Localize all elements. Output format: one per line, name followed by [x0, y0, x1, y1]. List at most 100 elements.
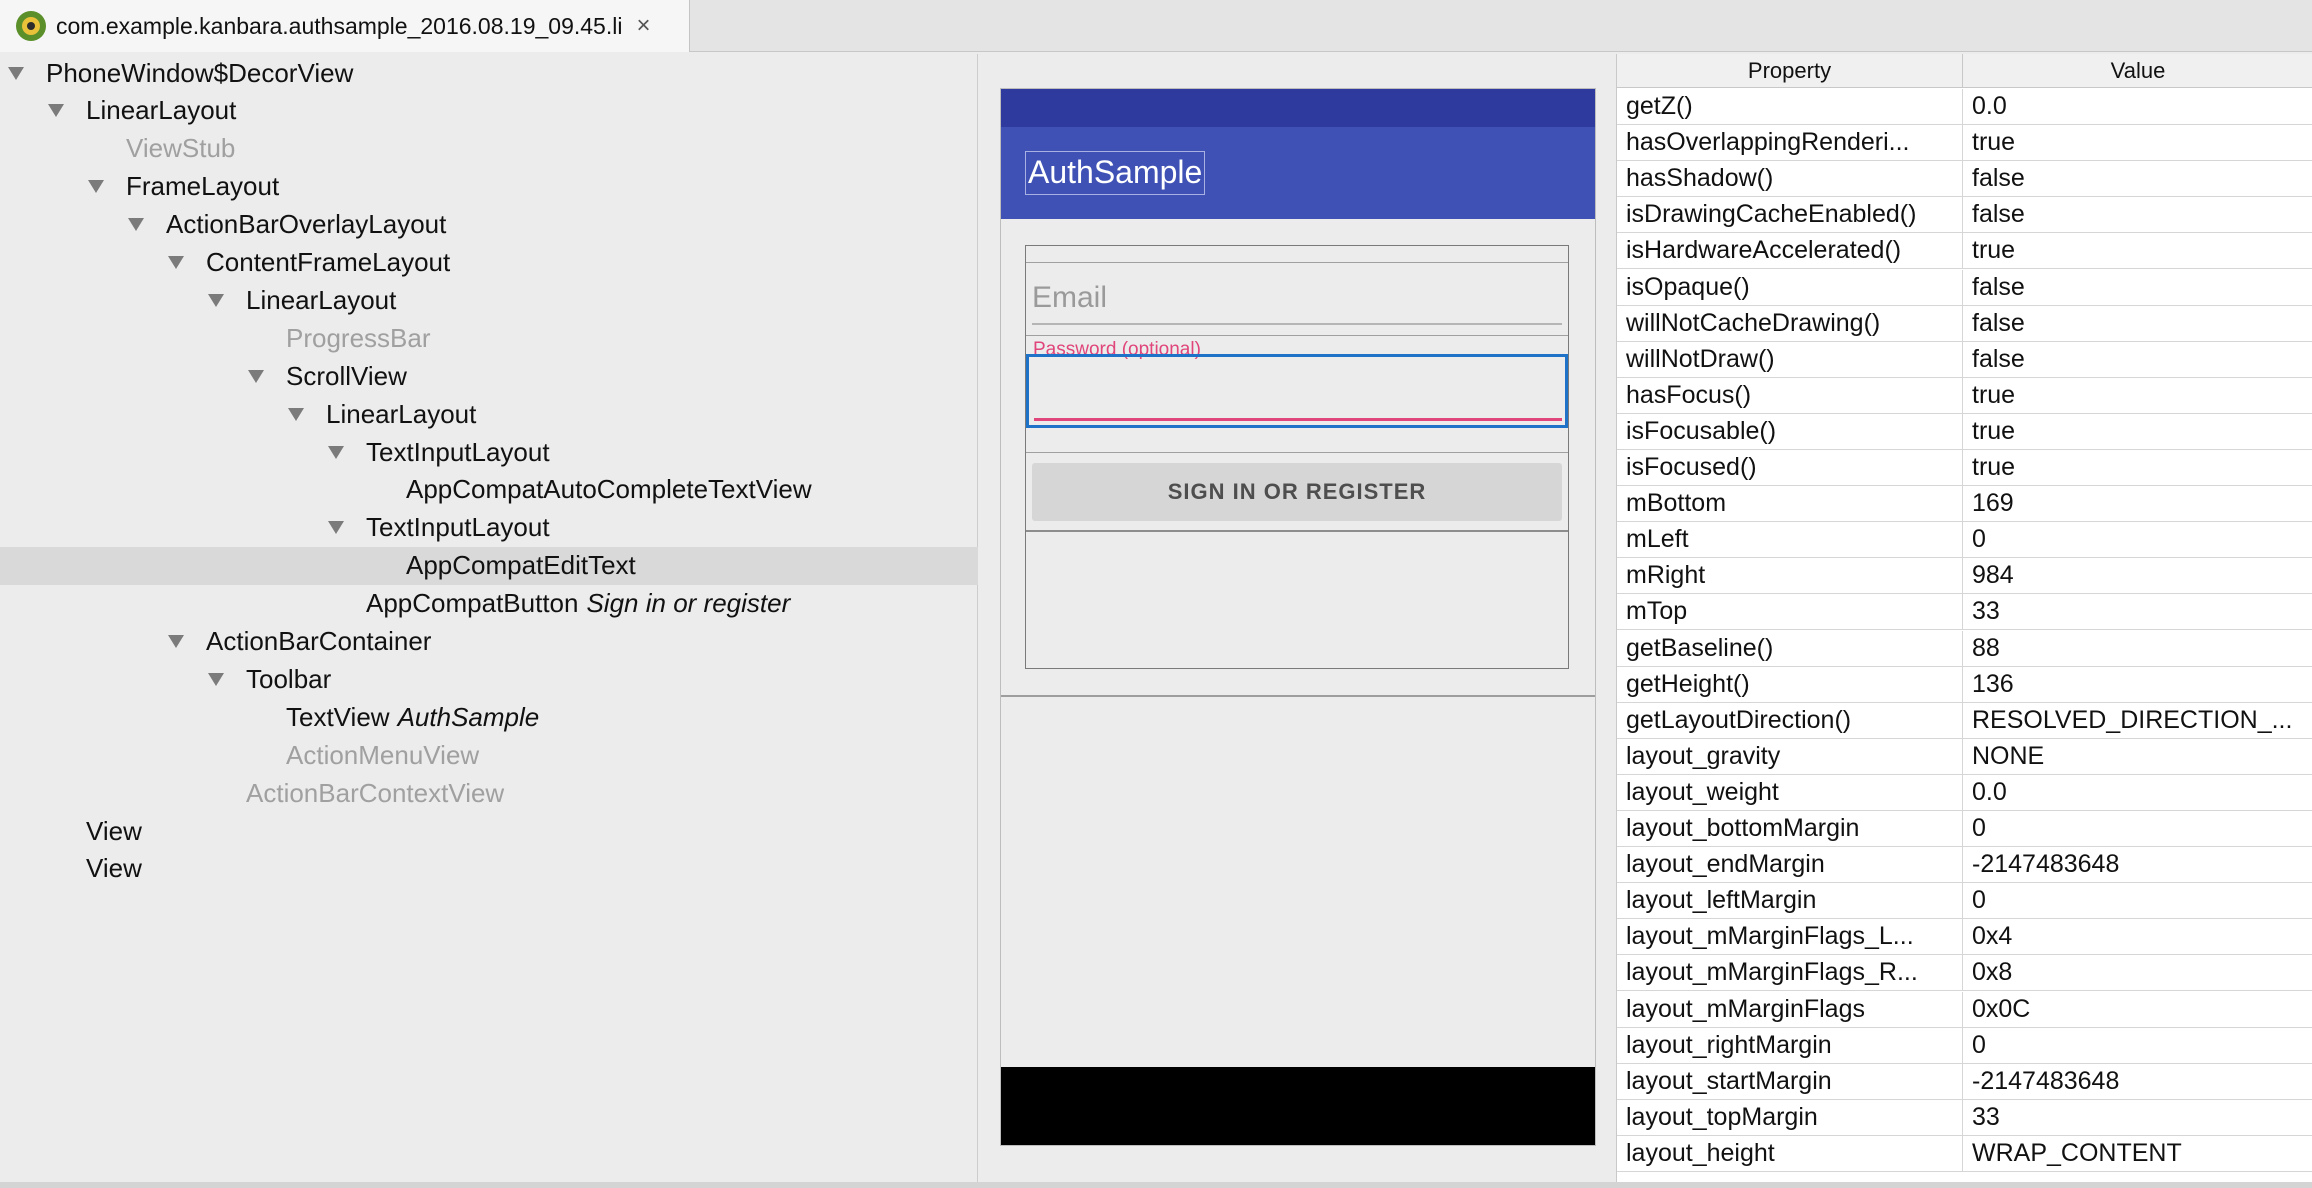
- table-row[interactable]: mLeft 0: [1617, 522, 2312, 559]
- table-row[interactable]: isFocused() true: [1617, 450, 2312, 486]
- property-name-cell: hasOverlappingRenderi...: [1617, 125, 1963, 161]
- tree-node-label: View: [86, 815, 142, 846]
- table-row[interactable]: isDrawingCacheEnabled() false: [1617, 197, 2312, 234]
- tree-node[interactable]: AppCompatAutoCompleteTextView: [0, 471, 978, 509]
- password-field[interactable]: [1034, 387, 1562, 421]
- property-name-cell: layout_bottomMargin: [1617, 811, 1963, 846]
- table-row[interactable]: layout_mMarginFlags_L... 0x4: [1617, 919, 2312, 956]
- table-header: Property Value: [1617, 54, 2312, 88]
- table-row[interactable]: isHardwareAccelerated() true: [1617, 233, 2312, 270]
- expand-arrow-icon[interactable]: [328, 521, 344, 535]
- table-row[interactable]: hasShadow() false: [1617, 161, 2312, 198]
- tree-node[interactable]: ActionBarOverlayLayout: [0, 206, 978, 244]
- email-field[interactable]: Email: [1032, 281, 1562, 325]
- table-row[interactable]: mBottom 169: [1617, 486, 2312, 523]
- expand-arrow-icon[interactable]: [328, 445, 344, 459]
- table-row[interactable]: layout_mMarginFlags 0x0C: [1617, 991, 2312, 1028]
- table-row[interactable]: layout_mMarginFlags_R... 0x8: [1617, 955, 2312, 992]
- app-title[interactable]: AuthSample: [1025, 151, 1206, 195]
- table-row[interactable]: getLayoutDirection() RESOLVED_DIRECTION_.…: [1617, 702, 2312, 739]
- tree-node-label: TextInputLayout: [366, 512, 550, 543]
- column-header-property[interactable]: Property: [1617, 54, 1963, 88]
- property-name-cell: layout_mMarginFlags_L...: [1617, 919, 1963, 955]
- table-row[interactable]: willNotDraw() false: [1617, 341, 2312, 378]
- property-value-cell: -2147483648: [1972, 1066, 2120, 1095]
- table-row[interactable]: mTop 33: [1617, 594, 2312, 631]
- tree-node[interactable]: ContentFrameLayout: [0, 244, 978, 282]
- expand-arrow-icon[interactable]: [248, 369, 264, 383]
- table-row[interactable]: layout_bottomMargin 0: [1617, 811, 2312, 847]
- bottom-scrollbar[interactable]: [0, 1182, 2312, 1188]
- tree-node[interactable]: PhoneWindow$DecorView: [0, 54, 978, 92]
- device-screen[interactable]: AuthSample Email Password (optional) SIG…: [1000, 88, 1596, 1146]
- status-bar: [1001, 89, 1595, 127]
- table-row[interactable]: layout_startMargin -2147483648: [1617, 1063, 2312, 1100]
- password-input-layout[interactable]: [1026, 354, 1568, 428]
- tree-node[interactable]: ActionBarContextView: [0, 774, 978, 812]
- property-value-cell: false: [1972, 164, 2025, 193]
- column-header-value[interactable]: Value: [1963, 54, 2312, 88]
- table-row[interactable]: layout_rightMargin 0: [1617, 1027, 2312, 1064]
- expand-arrow-icon[interactable]: [208, 672, 224, 686]
- expand-arrow-icon[interactable]: [208, 293, 224, 307]
- table-row[interactable]: isOpaque() false: [1617, 269, 2312, 306]
- property-value-cell: 0: [1972, 886, 1986, 915]
- property-name-cell: mTop: [1617, 594, 1963, 630]
- expand-arrow-icon[interactable]: [88, 180, 104, 194]
- table-row[interactable]: willNotCacheDrawing() false: [1617, 305, 2312, 342]
- tree-node[interactable]: View: [0, 850, 978, 888]
- tree-node[interactable]: ProgressBar: [0, 319, 978, 357]
- table-row[interactable]: getZ() 0.0: [1617, 89, 2312, 125]
- tree-node[interactable]: TextView AuthSample: [0, 698, 978, 736]
- tree-node[interactable]: LinearLayout: [0, 92, 978, 130]
- scroll-view[interactable]: Email Password (optional) SIGN IN OR REG…: [1025, 245, 1569, 669]
- table-row[interactable]: getBaseline() 88: [1617, 630, 2312, 667]
- tree-node-label: ActionBarOverlayLayout: [166, 209, 447, 240]
- tree-node[interactable]: AppCompatButton Sign in or register: [0, 585, 978, 623]
- expand-arrow-icon[interactable]: [48, 104, 64, 118]
- table-row[interactable]: hasFocus() true: [1617, 377, 2312, 414]
- table-row[interactable]: getHeight() 136: [1617, 666, 2312, 703]
- properties-table: Property Value getZ() 0.0 hasOverlappingRe…: [1616, 54, 2312, 1182]
- tree-node-label: ScrollView: [286, 360, 407, 391]
- tree-node[interactable]: View: [0, 812, 978, 850]
- email-input-layout[interactable]: Email: [1026, 262, 1568, 336]
- table-row[interactable]: isFocusable() true: [1617, 413, 2312, 450]
- sign-in-button[interactable]: SIGN IN OR REGISTER: [1032, 463, 1562, 521]
- expand-arrow-icon[interactable]: [168, 635, 184, 648]
- table-row[interactable]: layout_endMargin -2147483648: [1617, 847, 2312, 884]
- expand-arrow-icon[interactable]: [288, 407, 304, 421]
- view-hierarchy-tree: PhoneWindow$DecorView LinearLayout ViewStu…: [0, 54, 978, 1182]
- table-row[interactable]: layout_weight 0.0: [1617, 774, 2312, 811]
- tree-node[interactable]: Toolbar: [0, 660, 978, 698]
- tree-node[interactable]: ActionBarContainer: [0, 623, 978, 661]
- table-row[interactable]: layout_height WRAP_CONTENT: [1617, 1135, 2312, 1172]
- expand-arrow-icon[interactable]: [128, 218, 144, 232]
- app-toolbar[interactable]: AuthSample: [1001, 127, 1595, 219]
- table-row[interactable]: layout_leftMargin 0: [1617, 883, 2312, 920]
- tree-node[interactable]: LinearLayout: [0, 281, 978, 319]
- tree-node-label: AppCompatEditText: [406, 550, 636, 581]
- table-row[interactable]: hasOverlappingRenderi... true: [1617, 125, 2312, 162]
- property-value-cell: 0x8: [1972, 958, 2013, 987]
- expand-arrow-icon[interactable]: [168, 256, 184, 269]
- tree-node-label: LinearLayout: [326, 398, 477, 429]
- tree-node[interactable]: TextInputLayout: [0, 433, 978, 471]
- tree-node[interactable]: ScrollView: [0, 357, 978, 395]
- close-icon[interactable]: ×: [636, 12, 650, 40]
- document-tab[interactable]: com.example.kanbara.authsample_2016.08.1…: [0, 0, 690, 52]
- table-row[interactable]: layout_gravity NONE: [1617, 738, 2312, 775]
- tree-node[interactable]: AppCompatEditText: [0, 546, 978, 585]
- tree-node[interactable]: FrameLayout: [0, 168, 978, 206]
- table-row[interactable]: mRight 984: [1617, 558, 2312, 595]
- table-row[interactable]: layout_topMargin 33: [1617, 1099, 2312, 1136]
- tree-node[interactable]: LinearLayout: [0, 395, 978, 433]
- property-value-cell: true: [1972, 128, 2016, 157]
- tree-node-label: LinearLayout: [86, 95, 237, 126]
- tree-node[interactable]: ActionMenuView: [0, 736, 978, 774]
- tree-node-text: AuthSample: [397, 701, 540, 732]
- tree-node-label: ActionBarContextView: [246, 777, 505, 808]
- tree-node[interactable]: ViewStub: [0, 130, 978, 168]
- expand-arrow-icon[interactable]: [8, 66, 24, 80]
- tree-node[interactable]: TextInputLayout: [0, 509, 978, 547]
